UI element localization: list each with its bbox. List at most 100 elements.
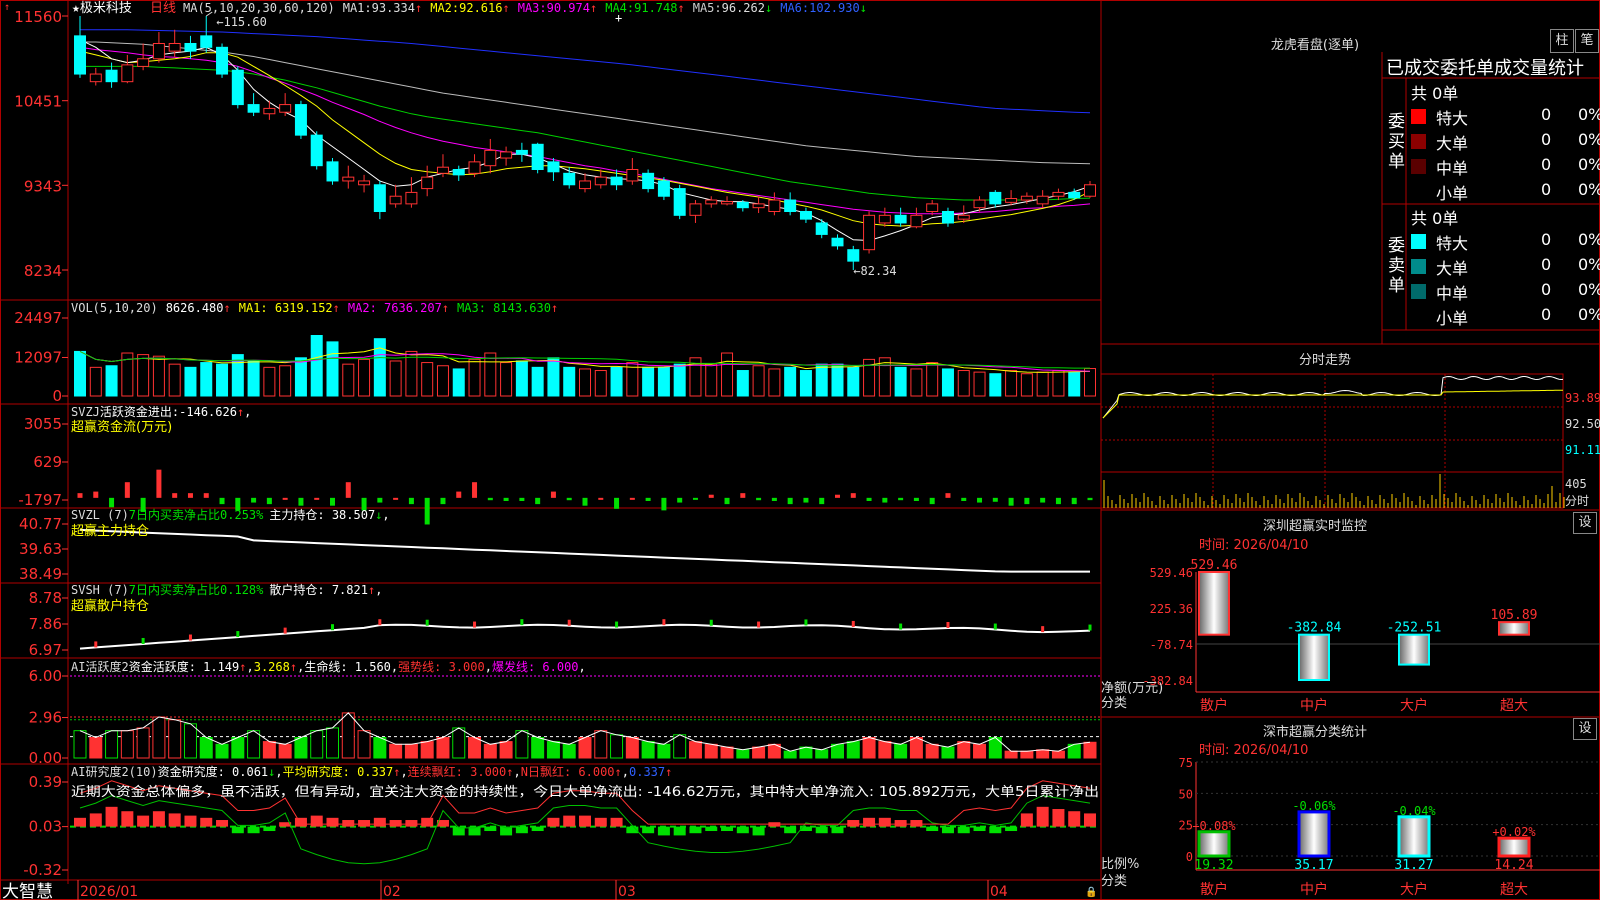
research-bar	[1084, 813, 1096, 827]
candle-body	[547, 161, 560, 173]
bar-mode-button[interactable]: 柱	[1550, 29, 1574, 53]
research-bar	[294, 817, 307, 827]
svzl-header-2: 主力持仓: 38.507	[269, 507, 375, 522]
sz-class-value: 19.32	[1194, 858, 1233, 873]
candle-body	[121, 64, 134, 83]
svzj-bar	[787, 497, 793, 505]
buy-row-count: 0	[1541, 155, 1552, 174]
volume-bar	[358, 358, 371, 397]
svzl-tick-label: 39.63	[19, 540, 62, 558]
activity-bar	[373, 737, 387, 759]
research-bar	[736, 826, 749, 834]
buy-row-label: 小单	[1436, 184, 1469, 203]
buy-row-percent: 0%	[1578, 155, 1600, 174]
candle-body	[579, 180, 591, 190]
research-bar	[121, 811, 134, 827]
research-bar	[531, 826, 544, 832]
svsh-tick-bar	[141, 637, 145, 644]
sz-class-category: 散户	[1200, 881, 1228, 898]
lhkp-title: 龙虎看盘(逐单)	[1270, 38, 1360, 53]
sz-class-settings-button[interactable]: 设	[1573, 718, 1597, 740]
activity-bar	[909, 737, 923, 759]
svsh-header-0: SVSH (7)	[71, 583, 129, 597]
sz-class-tick-label: 50	[1179, 787, 1193, 801]
svzj-bar	[582, 497, 588, 506]
candle-body	[89, 73, 102, 83]
sz-monitor-title: 深圳超赢实时监控	[1262, 519, 1367, 534]
svzl-line	[79, 528, 1090, 573]
buy-row-label: 大单	[1436, 134, 1469, 153]
research-bar	[515, 826, 528, 834]
research-bar	[152, 811, 165, 827]
buy-row-percent: 0%	[1578, 180, 1600, 199]
volume-bar	[547, 357, 560, 397]
sell-row-percent: 0%	[1578, 280, 1600, 299]
buy-color-swatch	[1411, 184, 1426, 199]
activity-bar	[310, 730, 324, 759]
research-bar	[815, 826, 828, 834]
volume-bar	[531, 366, 544, 397]
volume-bar	[657, 366, 670, 397]
sell-row-count: 0	[1541, 280, 1552, 299]
sz-monitor-settings-button[interactable]: 设	[1573, 512, 1597, 534]
volume-bar	[752, 365, 765, 397]
volume-bar	[515, 360, 528, 397]
volume-bar	[642, 366, 655, 397]
research-bar	[358, 820, 371, 827]
volume-bar	[389, 360, 402, 397]
candle-body	[105, 69, 118, 83]
ai-research-tick-label: -0.32	[23, 861, 62, 879]
candle-body	[689, 203, 702, 216]
volume-bar	[137, 354, 150, 397]
ma-header-item-1-2: ↑	[502, 1, 509, 15]
buy-row-percent: 0%	[1578, 105, 1600, 124]
volume-bar	[1052, 370, 1065, 397]
svzj-bar	[692, 497, 698, 500]
volume-bar	[815, 363, 828, 397]
activity-bar	[1051, 750, 1065, 759]
activity-bar	[1036, 749, 1050, 759]
stock-chart-canvas[interactable]: 11560 10451 9343 8234 ←115.60 ←82.34 ★极米科技 日线 MA…	[0, 0, 1600, 900]
ai-research-header-1: 资金研究度: 0.061	[158, 764, 269, 779]
sz-class-delta: +0.02%	[1492, 825, 1536, 839]
svzl-header-0: SVZL (7)	[71, 508, 129, 522]
volume-bar	[200, 362, 213, 397]
volume-bar	[279, 365, 292, 397]
ai-activity-tick-label: 2.96	[29, 709, 62, 727]
candle-body	[152, 42, 165, 60]
candle-body	[673, 188, 686, 216]
activity-bar	[973, 743, 987, 759]
svzl-subtitle: 超赢主力持仓	[71, 523, 149, 539]
activity-bar	[168, 719, 182, 759]
volume-bar	[831, 363, 844, 397]
research-bar	[137, 815, 150, 827]
ai-activity-header-0: AI活跃度2	[71, 659, 129, 674]
ai-activity-header-6: ,	[297, 660, 304, 674]
ai-research-header-10: N日飘红: 6.000	[521, 764, 615, 779]
ai-research-header-6: ,	[400, 765, 407, 779]
candle-body	[1084, 184, 1096, 197]
sz-class-tick-label: 75	[1179, 756, 1193, 770]
activity-bar	[483, 743, 497, 759]
activity-bar	[515, 730, 529, 759]
svzj-bar	[408, 497, 414, 505]
tick-mode-button[interactable]: 笔	[1575, 29, 1599, 53]
volume-bar	[326, 341, 339, 397]
research-bar	[784, 826, 797, 834]
sell-row-label: 中单	[1436, 284, 1469, 303]
activity-bar	[815, 749, 829, 759]
svzj-bar	[77, 493, 83, 498]
svzj-bar	[124, 482, 130, 498]
svsh-tick-bar	[899, 623, 903, 630]
ai-research-header-2: ↓	[268, 765, 275, 779]
candle-body	[894, 214, 907, 224]
svzj-bar	[298, 497, 304, 506]
research-bar	[973, 826, 986, 832]
candle-body	[863, 214, 876, 251]
sell-row-percent: 0%	[1578, 305, 1600, 324]
research-bar	[1052, 809, 1065, 827]
svzj-bar	[803, 497, 809, 503]
volume-bar	[216, 363, 229, 397]
ma2-line	[79, 50, 1091, 227]
svzj-bar	[487, 497, 493, 501]
